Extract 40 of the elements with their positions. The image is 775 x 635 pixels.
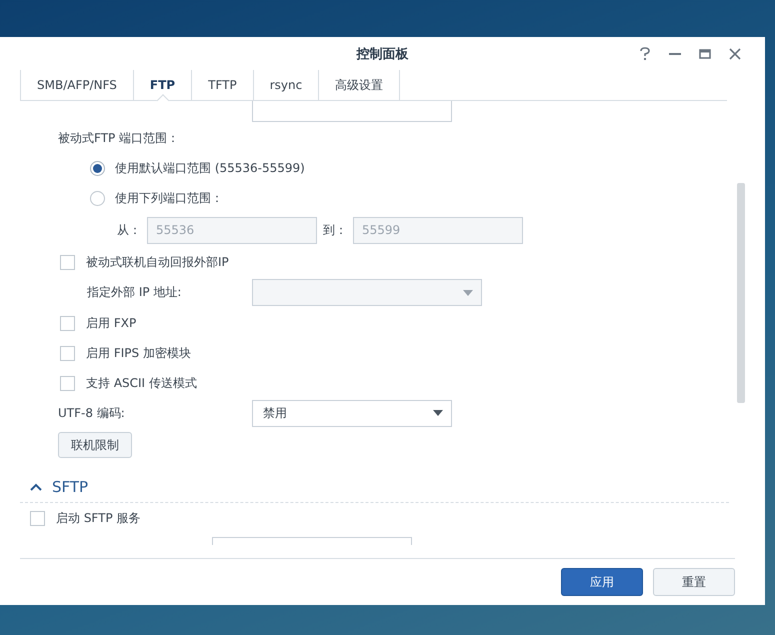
caret-icon — [433, 410, 443, 416]
collapse-icon[interactable] — [30, 483, 42, 491]
field-label: UTF-8 编码: — [58, 404, 126, 422]
field-label: 到： — [323, 222, 347, 238]
tab[interactable]: FTP — [132, 70, 192, 100]
caret-icon — [463, 290, 473, 296]
field-label: 指定外部 IP 地址: — [87, 284, 182, 301]
checkbox-label: 启用 FIPS 加密模块 — [86, 344, 191, 362]
tab[interactable]: TFTP — [191, 70, 253, 100]
checkbox-label: 启用 FXP — [86, 314, 136, 332]
scrollbar-thumb[interactable] — [737, 183, 745, 403]
radio-label: 使用下列端口范围： — [115, 190, 223, 206]
checkbox[interactable] — [60, 376, 75, 390]
field-label: 被动式FTP 端口范围： — [58, 130, 180, 146]
connection-limit-button[interactable]: 联机限制 — [58, 432, 132, 458]
checkbox[interactable] — [30, 510, 45, 526]
utf8-dropdown[interactable]: 禁用 — [252, 400, 452, 426]
checkbox[interactable] — [60, 346, 75, 360]
radio-button[interactable] — [90, 190, 105, 206]
tab[interactable]: SMB/AFP/NFS — [20, 70, 133, 100]
close-icon[interactable] — [729, 48, 741, 60]
window-title: 控制面板 — [356, 46, 408, 62]
help-icon[interactable] — [639, 47, 651, 61]
checkbox-label: 启动 SFTP 服务 — [56, 510, 141, 526]
tab[interactable]: 高级设置 — [318, 70, 400, 100]
port-number-field[interactable] — [252, 101, 452, 122]
section-title: SFTP — [52, 478, 88, 496]
minimize-icon[interactable] — [669, 53, 681, 55]
checkbox-label: 被动式联机自动回报外部IP — [86, 254, 229, 270]
ip-address-dropdown[interactable] — [252, 279, 482, 306]
field-label: 从： — [117, 222, 141, 238]
checkbox[interactable] — [60, 316, 75, 330]
radio-button[interactable] — [90, 160, 105, 176]
apply-button[interactable]: 应用 — [561, 568, 643, 596]
checkbox-label: 支持 ASCII 传送模式 — [86, 374, 197, 392]
tab[interactable]: rsync — [252, 70, 318, 100]
reset-button[interactable]: 重置 — [653, 568, 735, 596]
radio-label: 使用默认端口范围 (55536-55599) — [115, 160, 305, 176]
maximize-icon[interactable] — [699, 49, 711, 59]
checkbox[interactable] — [60, 254, 75, 270]
